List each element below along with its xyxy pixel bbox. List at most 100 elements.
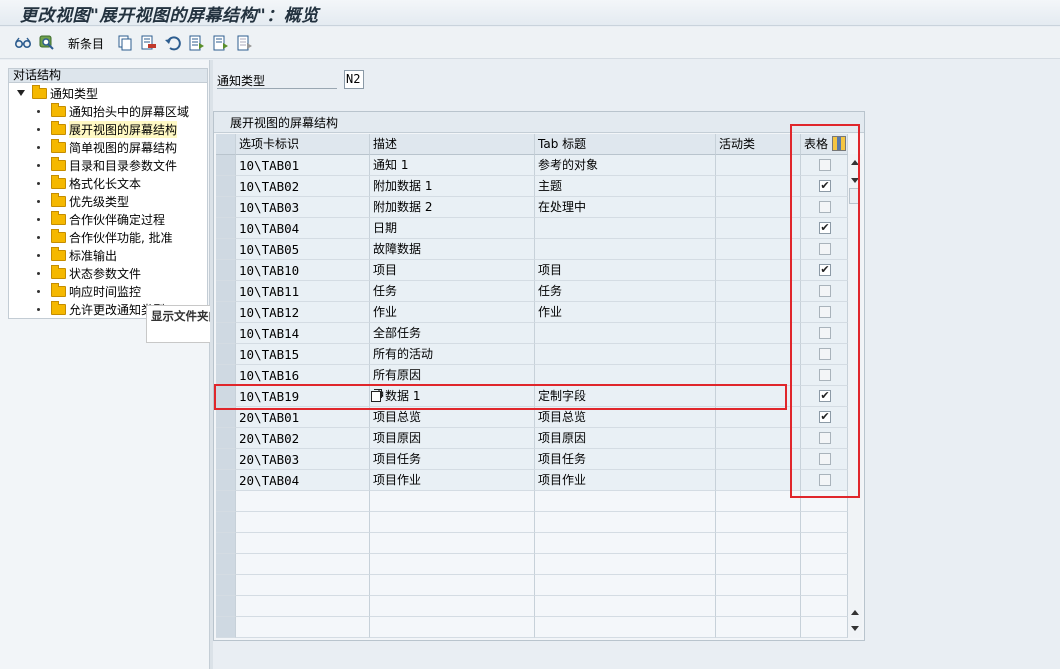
tree-item[interactable]: 合作伙伴确定过程 [37, 211, 165, 228]
select-all-cell[interactable] [216, 134, 236, 155]
select-block-icon[interactable] [212, 34, 230, 52]
table-row-empty[interactable] [216, 596, 848, 617]
activity-class-cell [716, 260, 801, 281]
tree-item-label: 合作伙伴确定过程 [69, 213, 166, 227]
tree-item[interactable]: 简单视图的屏幕结构 [37, 139, 177, 156]
row-selector[interactable] [216, 302, 236, 323]
table-row[interactable]: 10\TAB11 任务 任务 [216, 281, 848, 302]
table-row-empty[interactable] [216, 617, 848, 638]
table-row[interactable]: 10\TAB15 所有的活动 [216, 344, 848, 365]
table-row[interactable]: 20\TAB03 项目任务 项目任务 [216, 449, 848, 470]
row-selector[interactable] [216, 176, 236, 197]
table-row[interactable]: 10\TAB16 所有原因 [216, 365, 848, 386]
tree-item[interactable]: 标准输出 [37, 247, 117, 264]
row-selector[interactable] [216, 239, 236, 260]
copy-icon[interactable] [116, 34, 134, 52]
folder-icon [51, 193, 66, 207]
empty-cell [535, 554, 716, 575]
table-row[interactable]: 20\TAB02 项目原因 项目原因 [216, 428, 848, 449]
row-selector[interactable] [216, 260, 236, 281]
row-selector[interactable] [216, 617, 236, 638]
undo-icon[interactable] [164, 34, 182, 52]
empty-cell [716, 575, 801, 596]
row-selector[interactable] [216, 218, 236, 239]
tab-title-cell: 主题 [535, 176, 716, 197]
column-header-tab-id[interactable]: 选项卡标识 [236, 134, 370, 155]
row-selector[interactable] [216, 197, 236, 218]
row-selector[interactable] [216, 323, 236, 344]
folder-icon [51, 247, 66, 261]
tree-item[interactable]: 通知抬头中的屏幕区域 [37, 103, 189, 120]
activity-class-cell [716, 302, 801, 323]
tree-item[interactable]: 目录和目录参数文件 [37, 157, 177, 174]
folder-icon [51, 211, 66, 225]
dialog-structure-tree: 通知类型 通知抬头中的屏幕区域 展开视图的屏幕结构 简单视图的屏幕结构 目录和目… [8, 83, 208, 319]
table-row[interactable]: 10\TAB02 附加数据 1 主题 ✔ [216, 176, 848, 197]
table-row[interactable]: 20\TAB04 项目作业 项目作业 [216, 470, 848, 491]
tree-item[interactable]: 优先级类型 [37, 193, 129, 210]
glasses-icon[interactable] [14, 34, 32, 52]
tree-item[interactable]: 状态参数文件 [37, 265, 141, 282]
empty-cell [801, 596, 848, 617]
deselect-icon[interactable] [236, 34, 254, 52]
tree-root-node[interactable]: 通知类型 [17, 84, 98, 101]
row-selector[interactable] [216, 470, 236, 491]
table-row[interactable]: 10\TAB10 项目 项目 ✔ [216, 260, 848, 281]
row-selector[interactable] [216, 596, 236, 617]
tree-item[interactable]: 格式化长文本 [37, 175, 141, 192]
tree-item-label: 标准输出 [69, 249, 118, 263]
table-row-empty[interactable] [216, 554, 848, 575]
tab-title-cell: 项目 [535, 260, 716, 281]
tree-item-label: 展开视图的屏幕结构 [69, 121, 178, 138]
row-selector[interactable] [216, 491, 236, 512]
column-header-description[interactable]: 描述 [370, 134, 535, 155]
table-row-empty[interactable] [216, 575, 848, 596]
select-all-icon[interactable] [188, 34, 206, 52]
tab-id-cell: 10\TAB01 [236, 155, 370, 176]
table-row-empty[interactable] [216, 512, 848, 533]
new-entries-button[interactable]: 新条目 [68, 35, 104, 52]
tree-item-selected[interactable]: 展开视图的屏幕结构 [37, 121, 178, 138]
row-selector[interactable] [216, 449, 236, 470]
table-row[interactable]: 10\TAB05 故障数据 [216, 239, 848, 260]
window-title: 更改视图"展开视图的屏幕结构"：概览 [20, 6, 319, 26]
table-row[interactable]: 10\TAB01 通知 1 参考的对象 [216, 155, 848, 176]
row-selector[interactable] [216, 407, 236, 428]
folder-icon [51, 229, 66, 243]
table-row-empty[interactable] [216, 533, 848, 554]
activity-class-cell [716, 407, 801, 428]
row-selector[interactable] [216, 155, 236, 176]
row-selector[interactable] [216, 512, 236, 533]
folder-icon [51, 103, 66, 117]
tab-title-cell: 参考的对象 [535, 155, 716, 176]
tab-title-cell [535, 239, 716, 260]
scroll-up-icon[interactable] [851, 610, 859, 615]
table-row-empty[interactable] [216, 491, 848, 512]
folder-icon [51, 301, 66, 315]
table-row[interactable]: 10\TAB04 日期 ✔ [216, 218, 848, 239]
tree-item[interactable]: 响应时间监控 [37, 283, 141, 300]
table-row[interactable]: 10\TAB03 附加数据 2 在处理中 [216, 197, 848, 218]
empty-cell [801, 512, 848, 533]
empty-cell [716, 617, 801, 638]
row-selector[interactable] [216, 575, 236, 596]
row-selector[interactable] [216, 554, 236, 575]
table-row[interactable]: 10\TAB12 作业 作业 [216, 302, 848, 323]
scroll-down-icon[interactable] [851, 626, 859, 631]
column-header-tab-title[interactable]: Tab 标题 [535, 134, 716, 155]
table-row[interactable]: 10\TAB14 全部任务 [216, 323, 848, 344]
delete-icon[interactable] [140, 34, 158, 52]
activity-class-cell [716, 323, 801, 344]
row-selector[interactable] [216, 428, 236, 449]
expand-triangle-icon[interactable] [17, 90, 25, 96]
search-icon[interactable] [38, 34, 56, 52]
row-selector[interactable] [216, 365, 236, 386]
row-selector[interactable] [216, 344, 236, 365]
activity-class-cell [716, 155, 801, 176]
row-selector[interactable] [216, 281, 236, 302]
tab-id-cell: 20\TAB03 [236, 449, 370, 470]
tree-item[interactable]: 合作伙伴功能, 批准 [37, 229, 173, 246]
column-header-activity-class[interactable]: 活动类 [716, 134, 801, 155]
row-selector[interactable] [216, 533, 236, 554]
table-row[interactable]: 20\TAB01 项目总览 项目总览 ✔ [216, 407, 848, 428]
